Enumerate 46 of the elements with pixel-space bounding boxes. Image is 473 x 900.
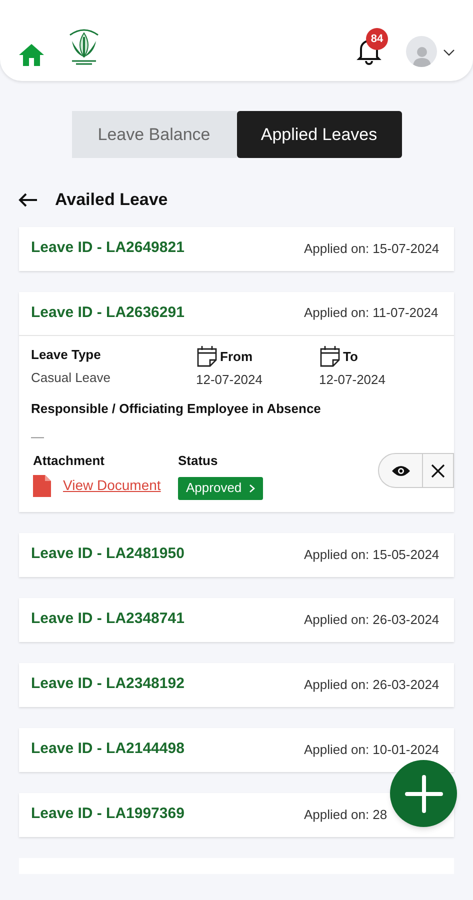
close-icon [431, 464, 445, 478]
applied-date: Applied on: 11-07-2024 [304, 304, 440, 322]
home-icon[interactable] [18, 43, 45, 67]
section-title: Availed Leave [55, 189, 168, 211]
leave-id: Leave ID - LA2649821 [31, 238, 184, 258]
tab[interactable]: Applied Leaves [236, 111, 402, 158]
status-button[interactable]: Approved [178, 476, 263, 500]
calendar-icon [196, 344, 218, 366]
leave-card[interactable]: Leave ID - LA2481950 Applied on: 15-05-2024 [19, 532, 454, 576]
applied-date: Applied on: 15-05-2024 [304, 546, 440, 564]
leave-card[interactable]: Leave ID - LA2649821 Applied on: 15-07-2024 [19, 226, 454, 270]
plus-icon [404, 774, 442, 812]
leave-card[interactable]: Leave ID - LA2636291 Applied on: 11-07-2024 Leave Type Casual Leave From 12-07-2024 To 12-07-2024 Responsible / Officiating Employee in Absence — Attachment View Document Status Approved [19, 292, 454, 512]
leave-id: Leave ID - LA2636291 [31, 302, 184, 323]
calendar-icon [319, 344, 341, 366]
field-value: 12-07-2024 [319, 370, 386, 388]
leave-id: Leave ID - LA2144498 [31, 739, 184, 760]
field-label: To [343, 348, 358, 366]
field-value: — [31, 428, 45, 446]
field-label: From [220, 348, 252, 366]
applied-date: Applied on: 10-01-2024 [304, 740, 440, 759]
applied-date: Applied on: 26-03-2024 [304, 676, 440, 694]
leave-id: Leave ID - LA2348192 [31, 674, 184, 694]
field-value: 12-07-2024 [196, 370, 264, 388]
leave-id: Leave ID - LA2481950 [31, 544, 184, 564]
view-document-link[interactable]: View Document [63, 475, 161, 496]
tab[interactable]: Leave Balance [72, 111, 236, 158]
applied-date: Applied on: 26-03-2024 [304, 610, 440, 629]
chevron-right-icon [248, 484, 255, 492]
back-arrow-icon[interactable] [18, 192, 38, 207]
field-label: Leave Type [31, 346, 102, 364]
eye-icon [390, 464, 410, 478]
applied-date: Applied on: 15-07-2024 [304, 240, 440, 258]
chevron-down-icon[interactable] [443, 49, 455, 57]
notification-badge: 84 [366, 28, 388, 50]
leave-card[interactable]: Leave ID - LA2348741 Applied on: 26-03-2024 [19, 598, 454, 642]
applied-date: Applied on: 28 [304, 806, 388, 824]
leave-id: Leave ID - LA1997369 [31, 804, 184, 824]
leave-card[interactable]: Leave ID - LA2348192 Applied on: 26-03-2024 [19, 662, 454, 706]
leave-card[interactable]: Leave ID - LA2144498 Applied on: 10-01-2024 [19, 728, 454, 772]
field-label: Attachment [33, 452, 106, 470]
leave-id: Leave ID - LA2348741 [31, 609, 184, 630]
pdf-icon [33, 474, 51, 496]
field-label: Responsible / Officiating Employee in Absence [31, 400, 322, 418]
field-label: Status [178, 452, 219, 470]
field-value: Casual Leave [31, 369, 112, 387]
